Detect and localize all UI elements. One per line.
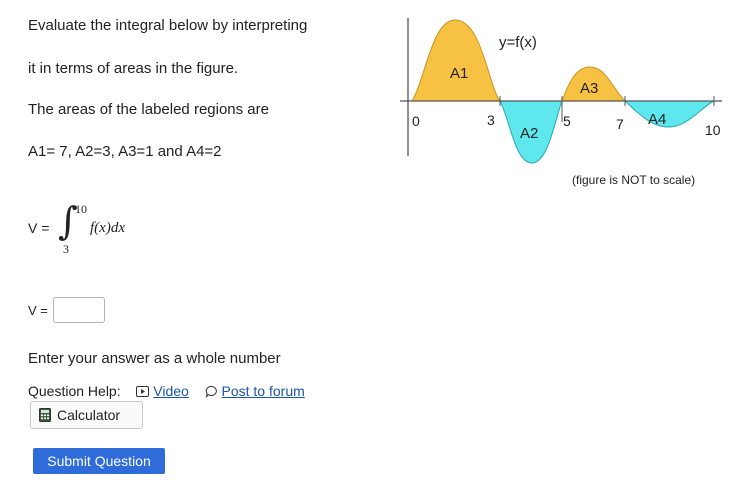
- question-help: Question Help: Video Post to forum: [28, 383, 305, 399]
- function-label: y=f(x): [499, 34, 537, 51]
- answer-instruction: Enter your answer as a whole number: [28, 350, 281, 367]
- forum-link[interactable]: Post to forum: [205, 383, 305, 399]
- submit-question-button[interactable]: Submit Question: [33, 448, 165, 474]
- tick-label-10: 10: [705, 122, 721, 138]
- integrand: f(x)dx: [90, 220, 125, 236]
- calculator-label: Calculator: [57, 407, 121, 423]
- region-a4: [623, 100, 715, 128]
- answer-input[interactable]: [53, 297, 105, 323]
- region-a1: [411, 19, 501, 102]
- figure-note: (figure is NOT to scale): [572, 173, 695, 187]
- label-a1: A1: [450, 65, 468, 82]
- areas-values: A1= 7, A2=3, A3=1 and A4=2: [28, 143, 222, 160]
- question-line-2: it in terms of areas in the figure.: [28, 60, 239, 77]
- calculator-icon: [39, 408, 51, 422]
- tick-label-0: 0: [412, 113, 420, 129]
- question-help-label: Question Help:: [28, 383, 121, 399]
- video-icon: [136, 386, 150, 397]
- label-a4: A4: [648, 111, 666, 128]
- speech-bubble-icon: [205, 385, 217, 398]
- calculator-button[interactable]: Calculator: [30, 401, 143, 429]
- tick-label-7: 7: [616, 116, 624, 132]
- question-line-3: The areas of the labeled regions are: [28, 101, 269, 118]
- integral-lower-limit: 3: [63, 242, 69, 256]
- area-figure: 0 3 5 7 10 A1 A2 A3 A4 y=f(x) (figure is…: [400, 18, 722, 187]
- tick-label-3: 3: [487, 112, 495, 128]
- answer-label: V =: [28, 303, 48, 318]
- integral-upper-limit: 10: [75, 202, 87, 216]
- tick-label-5: 5: [563, 113, 571, 129]
- video-link[interactable]: Video: [136, 383, 192, 399]
- label-a2: A2: [520, 125, 538, 142]
- integral-prefix: V =: [28, 220, 50, 236]
- integral-expression: V = ∫ 10 3 f(x)dx: [28, 193, 168, 263]
- question-line-1: Evaluate the integral below by interpret…: [28, 17, 308, 34]
- label-a3: A3: [580, 80, 598, 97]
